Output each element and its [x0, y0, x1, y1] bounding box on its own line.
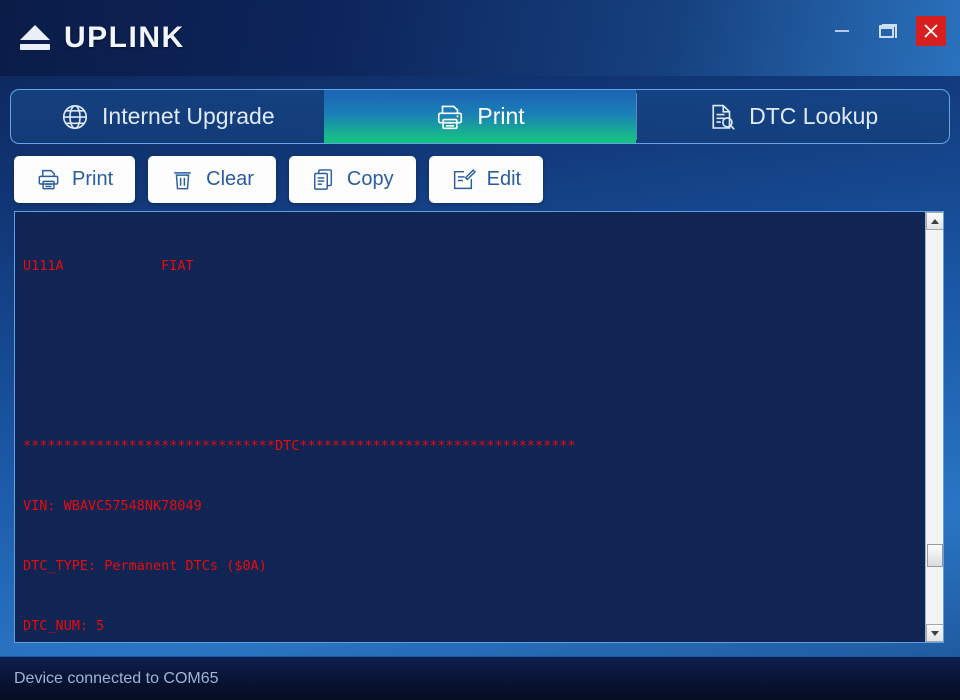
- copy-icon: [313, 169, 332, 190]
- printer-icon: [438, 105, 463, 129]
- tab-bar: Internet Upgrade Print DTC Lookup: [10, 89, 950, 144]
- copy-button[interactable]: Copy: [288, 156, 416, 203]
- action-toolbar: Print Clear Copy Edit: [14, 156, 544, 203]
- report-separator: *******************************DTC******…: [23, 438, 576, 454]
- trash-icon: [174, 172, 191, 190]
- scrollbar-thumb[interactable]: [927, 544, 943, 567]
- report-dtc-num: DTC_NUM: 5: [23, 618, 105, 634]
- scroll-down-button[interactable]: [926, 624, 943, 642]
- vertical-scrollbar[interactable]: [925, 212, 943, 642]
- report-blank-line: [23, 316, 927, 336]
- eject-icon: [18, 24, 52, 52]
- report-blank-line: [23, 376, 927, 396]
- printer-icon: [38, 169, 59, 190]
- close-button[interactable]: [916, 16, 946, 46]
- maximize-button[interactable]: [864, 12, 908, 50]
- tab-internet-upgrade[interactable]: Internet Upgrade: [11, 90, 324, 143]
- scroll-down-arrow-icon: [931, 630, 939, 636]
- status-message: Device connected to COM65: [14, 669, 219, 687]
- report-text-content[interactable]: U111A FIAT *****************************…: [15, 212, 927, 642]
- app-title: UPLINK: [64, 21, 185, 54]
- scroll-up-arrow-icon: [931, 218, 939, 224]
- close-icon: [924, 24, 938, 38]
- window-controls: [820, 0, 960, 62]
- tab-label: Internet Upgrade: [102, 103, 275, 129]
- tab-dtc-lookup[interactable]: DTC Lookup: [636, 90, 949, 143]
- scroll-up-button[interactable]: [926, 212, 943, 230]
- report-line-clipped: U111A FIAT: [23, 258, 194, 274]
- report-text-panel[interactable]: U111A FIAT *****************************…: [14, 211, 944, 643]
- status-bar: Device connected to COM65: [0, 656, 960, 700]
- app-logo: UPLINK: [18, 21, 185, 55]
- report-vin: VIN: WBAVC57548NK78049: [23, 498, 202, 514]
- globe-icon: [62, 104, 88, 129]
- button-label: Edit: [486, 168, 522, 190]
- button-label: Print: [72, 168, 114, 190]
- minimize-icon: [835, 30, 849, 32]
- clear-button[interactable]: Clear: [148, 156, 276, 203]
- tab-print[interactable]: Print: [323, 90, 637, 143]
- scrollbar-track[interactable]: [926, 230, 943, 624]
- button-label: Clear: [206, 168, 254, 190]
- tab-label: Print: [477, 103, 525, 129]
- minimize-button[interactable]: [820, 12, 864, 50]
- maximize-restore-icon: [878, 23, 897, 38]
- tab-label: DTC Lookup: [749, 103, 879, 129]
- button-label: Copy: [346, 168, 394, 190]
- app-window: UPLINK Internet Upgrade Print DTC Lookup…: [0, 0, 960, 700]
- document-search-icon: [712, 104, 735, 130]
- print-button[interactable]: Print: [14, 156, 136, 203]
- title-bar: UPLINK: [0, 0, 960, 76]
- edit-button[interactable]: Edit: [428, 156, 544, 203]
- report-dtc-type: DTC_TYPE: Permanent DTCs ($0A): [23, 558, 267, 574]
- edit-icon: [453, 169, 476, 190]
